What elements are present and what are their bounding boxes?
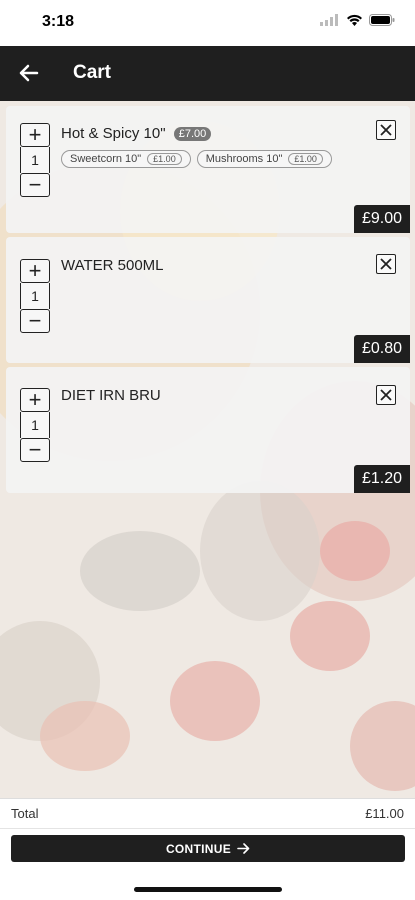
remove-item-button[interactable] <box>376 385 396 405</box>
option-price: £1.00 <box>147 153 182 165</box>
item-total-price: £0.80 <box>353 335 410 363</box>
quantity-value: 1 <box>20 283 50 309</box>
total-label: Total <box>11 806 39 821</box>
increase-quantity-button[interactable]: + <box>20 388 50 412</box>
remove-item-button[interactable] <box>376 254 396 274</box>
quantity-stepper: + 1 − <box>20 388 50 462</box>
close-icon <box>380 124 392 136</box>
home-indicator <box>134 887 282 892</box>
increase-quantity-button[interactable]: + <box>20 259 50 283</box>
total-value: £11.00 <box>365 806 404 821</box>
total-row: Total £11.00 <box>0 799 415 829</box>
item-options: Sweetcorn 10" £1.00 Mushrooms 10" £1.00 <box>61 150 332 168</box>
status-time: 3:18 <box>42 13 75 30</box>
arrow-left-icon <box>19 64 39 82</box>
decrease-quantity-button[interactable]: − <box>20 438 50 462</box>
decrease-quantity-button[interactable]: − <box>20 309 50 333</box>
wifi-icon <box>347 14 362 26</box>
back-button[interactable] <box>16 60 42 86</box>
decrease-quantity-button[interactable]: − <box>20 173 50 197</box>
continue-button[interactable]: CONTINUE <box>11 835 405 862</box>
item-name: DIET IRN BRU <box>61 387 161 404</box>
cart-item: + 1 − DIET IRN BRU £1.20 <box>6 367 410 493</box>
quantity-value: 1 <box>20 147 50 173</box>
remove-item-button[interactable] <box>376 120 396 140</box>
close-icon <box>380 258 392 270</box>
status-bar: 3:18 <box>0 0 415 46</box>
app-header: Cart <box>0 46 415 101</box>
quantity-stepper: + 1 − <box>20 259 50 333</box>
option-name: Mushrooms 10" <box>205 153 283 165</box>
battery-icon <box>369 14 395 26</box>
option-chip: Sweetcorn 10" £1.00 <box>61 150 191 168</box>
option-name: Sweetcorn 10" <box>70 153 142 165</box>
cart-item: + 1 − WATER 500ML £0.80 <box>6 237 410 363</box>
cart-item: + 1 − Hot & Spicy 10" £7.00 Sweetcorn 10… <box>6 106 410 233</box>
item-name: Hot & Spicy 10" <box>61 125 166 142</box>
page-title: Cart <box>73 62 112 83</box>
arrow-right-icon <box>237 843 250 854</box>
option-price: £1.00 <box>288 153 323 165</box>
status-icons <box>320 14 395 26</box>
item-base-price: £7.00 <box>173 127 212 142</box>
increase-quantity-button[interactable]: + <box>20 123 50 147</box>
item-total-price: £9.00 <box>353 205 410 233</box>
signal-icon <box>320 14 338 26</box>
quantity-stepper: + 1 − <box>20 123 50 197</box>
item-name-row: Hot & Spicy 10" £7.00 <box>61 125 212 142</box>
cart-footer: Total £11.00 CONTINUE <box>0 798 415 900</box>
item-name: WATER 500ML <box>61 257 164 274</box>
continue-label: CONTINUE <box>165 841 232 856</box>
option-chip: Mushrooms 10" £1.00 <box>196 150 332 168</box>
item-total-price: £1.20 <box>353 465 410 493</box>
close-icon <box>380 389 392 401</box>
quantity-value: 1 <box>20 412 50 438</box>
